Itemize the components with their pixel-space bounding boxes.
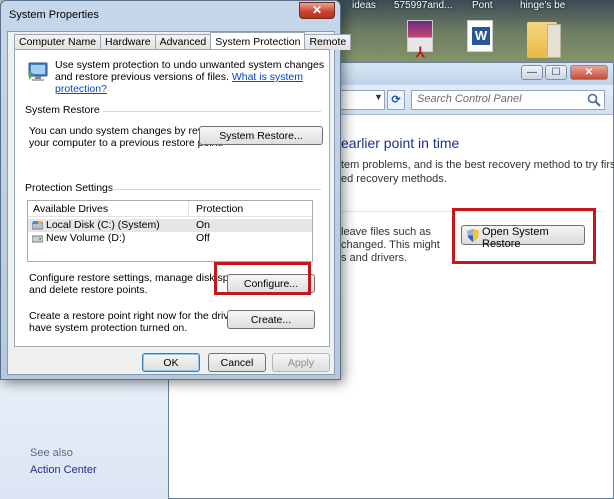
close-button[interactable]: ✕ [570, 65, 608, 80]
create-button[interactable]: Create... [227, 310, 315, 329]
system-protection-panel: Use system protection to undo unwanted s… [14, 49, 330, 347]
tab-advanced[interactable]: Advanced [154, 34, 212, 50]
system-drive-icon [32, 221, 43, 230]
dialog-title: System Properties [9, 9, 99, 21]
drive-name: Local Disk (C:) (System) [46, 219, 160, 231]
divider [341, 211, 603, 212]
search-input[interactable]: Search Control Panel [411, 90, 605, 110]
shield-icon [467, 229, 479, 242]
system-restore-label: System Restore [25, 104, 100, 116]
desktop-icon-label: Pont [472, 0, 493, 11]
computer-shield-icon [28, 62, 48, 81]
desktop-icon-label: 575997and... [394, 0, 453, 11]
configure-description: Configure restore settings, manage disk … [29, 272, 249, 284]
open-system-restore-button[interactable]: Open System Restore [461, 225, 585, 250]
minimize-button[interactable]: — [521, 65, 543, 80]
drive-name: New Volume (D:) [46, 232, 126, 244]
desktop-icon-label: ideas [352, 0, 376, 11]
see-also-heading: See also [30, 447, 73, 459]
create-description: Create a restore point right now for the… [29, 310, 261, 322]
tab-computer-name[interactable]: Computer Name [14, 34, 102, 50]
system-properties-dialog: System Properties ✕ Computer Name Hardwa… [0, 0, 352, 380]
drive-protection-status: On [196, 219, 211, 231]
configure-description: and delete restore points. [29, 284, 148, 296]
restore-description: leave files such as [341, 226, 431, 238]
close-button[interactable]: ✕ [299, 2, 335, 19]
tab-strip: Computer Name Hardware Advanced System P… [14, 32, 352, 51]
drives-list[interactable]: Available Drives Protection Local Disk (… [27, 200, 313, 262]
cancel-button[interactable]: Cancel [208, 353, 266, 372]
action-center-link[interactable]: Action Center [30, 464, 97, 476]
section-divider [111, 189, 321, 190]
pdf-badge-icon: ⅄ [416, 44, 425, 60]
protection-settings-label: Protection Settings [25, 182, 114, 194]
maximize-button[interactable]: ☐ [545, 65, 567, 80]
ok-button[interactable]: OK [142, 353, 200, 372]
intro-text: tem problems, and is the best recovery m… [341, 159, 614, 171]
file-icon[interactable] [547, 24, 561, 58]
configure-button[interactable]: Configure... [227, 274, 315, 293]
drives-list-header: Available Drives Protection [28, 201, 312, 217]
desktop-background: ideas 575997and... Pont hinge's be ⅄ W [330, 0, 614, 70]
system-restore-text: your computer to a previous restore poin… [29, 137, 224, 149]
control-panel-sidebar [0, 380, 168, 499]
apply-button[interactable]: Apply [272, 353, 330, 372]
create-description: have system protection turned on. [29, 322, 188, 334]
drive-row[interactable]: New Volume (D:) Off [28, 232, 312, 245]
drive-icon [32, 235, 43, 243]
tab-hardware[interactable]: Hardware [100, 34, 156, 50]
search-icon[interactable] [587, 93, 601, 107]
dialog-body: Computer Name Hardware Advanced System P… [7, 31, 352, 375]
intro-text: ed recovery methods. [341, 173, 447, 185]
section-divider [103, 111, 321, 112]
column-divider [188, 201, 189, 217]
intro-text: Use system protection to undo unwanted s… [55, 59, 325, 95]
refresh-icon[interactable]: ⟳ [387, 90, 405, 110]
column-header-drives[interactable]: Available Drives [33, 203, 108, 215]
search-placeholder: Search Control Panel [417, 93, 522, 105]
desktop-icon-label: hinge's be [520, 0, 566, 11]
chevron-down-icon[interactable]: ▼ [374, 92, 383, 102]
drive-row[interactable]: Local Disk (C:) (System) On [28, 219, 312, 232]
word-document-icon[interactable]: W [467, 20, 493, 52]
page-heading: earlier point in time [341, 135, 460, 151]
open-system-restore-label: Open System Restore [482, 226, 549, 250]
tab-remote[interactable]: Remote [304, 34, 352, 50]
system-restore-button[interactable]: System Restore... [199, 126, 323, 145]
restore-description: s and drivers. [341, 252, 408, 264]
column-header-protection[interactable]: Protection [196, 203, 243, 215]
drive-protection-status: Off [196, 232, 210, 244]
restore-description: changed. This might [341, 239, 440, 251]
